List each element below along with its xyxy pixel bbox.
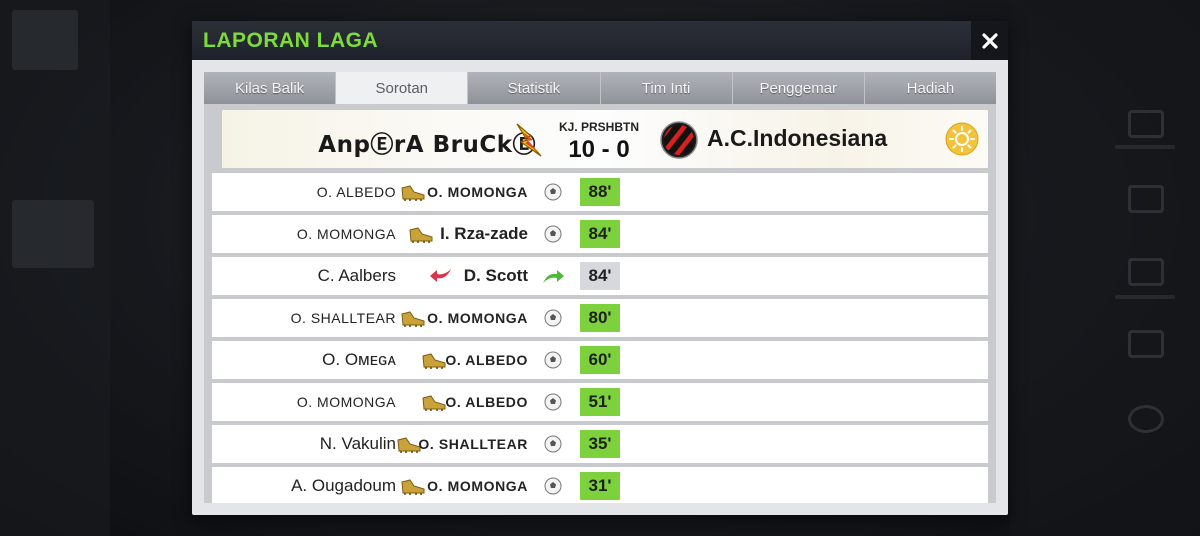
competition-label: KJ. PRSHBTN — [558, 120, 639, 134]
sub-in-arrow-icon — [543, 270, 564, 283]
minute-badge: 84' — [580, 262, 620, 290]
assist-player: N. Vakulin — [319, 434, 396, 453]
minute-badge: 80' — [580, 304, 620, 332]
tab-bar: Kilas Balik Sorotan Statistik Tim Inti P… — [204, 72, 997, 104]
event-row: O. MOMONGA O. ALBEDO 51' — [212, 383, 988, 421]
tab-hadiah[interactable]: Hadiah — [864, 72, 997, 104]
assist-player: O. SHALLTEAR — [290, 310, 396, 326]
ball-icon — [544, 351, 562, 369]
assist-player: A. Ougadoum — [291, 476, 396, 495]
close-button[interactable] — [971, 21, 1008, 60]
event-row: O. SHALLTEAR O. MOMONGA 80' — [212, 299, 988, 337]
away-crest-icon — [660, 121, 698, 159]
match-score: 10 - 0 — [568, 136, 630, 163]
tab-kilas-balik[interactable]: Kilas Balik — [204, 72, 337, 104]
minute-badge: 51' — [580, 388, 620, 416]
minute-badge: 88' — [580, 178, 620, 206]
player-in: D. Scott — [463, 266, 528, 285]
match-report-dialog: LAPORAN LAGA Kilas Balik Sorotan Statist… — [192, 21, 1008, 515]
event-row: N. Vakulin O. SHALLTEAR 35' — [212, 425, 988, 463]
assist-player: O. Oᴍᴇɢᴀ — [322, 350, 396, 369]
boot-icon — [422, 353, 446, 369]
boot-icon — [409, 227, 433, 243]
tab-penggemar[interactable]: Penggemar — [732, 72, 865, 104]
highlights-panel[interactable]: AnpⒺrA BruCkⒺ KJ. PRSHBTN 10 - 0 A.C.Ind… — [204, 104, 996, 503]
tab-tim-inti[interactable]: Tim Inti — [600, 72, 733, 104]
assist-player: O. MOMONGA — [296, 226, 396, 242]
assist-player: O. MOMONGA — [296, 394, 396, 410]
event-row: O. ALBEDO O. MOMONGA 88' — [212, 173, 988, 211]
minute-badge: 35' — [580, 430, 620, 458]
scorer-player: O. ALBEDO — [445, 394, 528, 410]
minute-badge: 31' — [580, 472, 620, 500]
player-out: C. Aalbers — [317, 266, 396, 285]
tab-sorotan[interactable]: Sorotan — [336, 72, 469, 104]
scorer-player: O. SHALLTEAR — [418, 436, 528, 452]
tab-statistik[interactable]: Statistik — [468, 72, 601, 104]
away-team-name: A.C.Indonesiana — [707, 125, 888, 151]
minute-badge: 60' — [580, 346, 620, 374]
event-row: O. MOMONGA I. Rza-zade 84' — [212, 215, 988, 253]
sun-icon — [945, 122, 979, 156]
event-row: A. Ougadoum O. MOMONGA 31' — [212, 467, 988, 503]
assist-player: O. ALBEDO — [316, 184, 396, 200]
boot-icon — [422, 395, 446, 411]
dialog-titlebar: LAPORAN LAGA — [192, 21, 1008, 60]
event-row: O. Oᴍᴇɢᴀ O. ALBEDO 60' — [212, 341, 988, 379]
event-row: C. Aalbers D. Scott 84' — [212, 257, 988, 295]
ball-icon — [544, 477, 562, 495]
home-team-name: AnpⒺrA BruCkⒺ — [318, 132, 536, 158]
ball-icon — [544, 183, 562, 201]
scorer-player: O. ALBEDO — [445, 352, 528, 368]
dialog-title: LAPORAN LAGA — [203, 29, 379, 52]
events-list: O. ALBEDO O. MOMONGA 88' O. MOMONGA I. R… — [212, 173, 988, 503]
scorer-player: O. MOMONGA — [427, 478, 528, 494]
boot-icon — [401, 185, 425, 201]
ball-icon — [544, 435, 562, 453]
scorer-player: O. MOMONGA — [427, 310, 528, 326]
ball-icon — [544, 309, 562, 327]
boot-icon — [401, 479, 425, 495]
sub-out-arrow-icon — [430, 269, 451, 282]
home-crest-icon — [516, 123, 542, 157]
scorer-player: I. Rza-zade — [440, 224, 528, 243]
ball-icon — [544, 225, 562, 243]
match-header: AnpⒺrA BruCkⒺ KJ. PRSHBTN 10 - 0 A.C.Ind… — [222, 110, 988, 168]
ball-icon — [544, 393, 562, 411]
scorer-player: O. MOMONGA — [427, 184, 528, 200]
close-icon — [981, 32, 998, 49]
minute-badge: 84' — [580, 220, 620, 248]
boot-icon — [401, 311, 425, 327]
